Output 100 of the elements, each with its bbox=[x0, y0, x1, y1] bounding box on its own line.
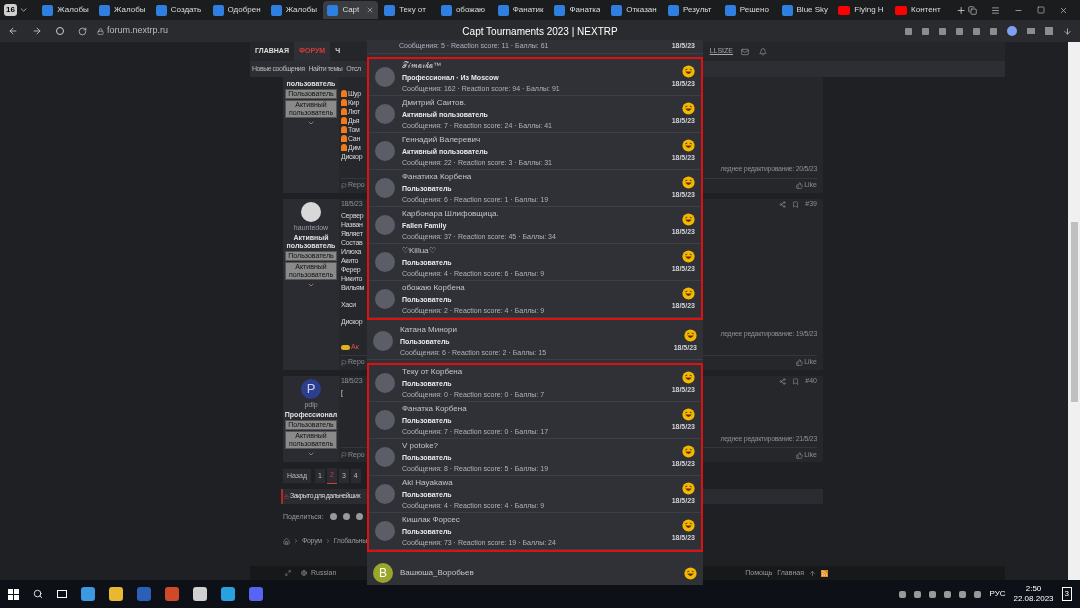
laughing-emoji-icon bbox=[682, 138, 695, 152]
like-icon[interactable] bbox=[796, 451, 804, 459]
globe-icon[interactable] bbox=[301, 570, 307, 576]
forum-logo-icon bbox=[497, 4, 509, 16]
forum-logo-icon bbox=[99, 4, 111, 16]
browser-tab[interactable]: Flying H bbox=[834, 1, 890, 19]
browser-tab[interactable]: Жалобы bbox=[266, 1, 322, 19]
share-icon[interactable] bbox=[779, 378, 787, 385]
chevron-icon[interactable] bbox=[307, 450, 315, 458]
browser-tab[interactable]: Результ bbox=[664, 1, 719, 19]
notifications-button[interactable]: 3 bbox=[1061, 587, 1072, 601]
laughing-emoji-icon bbox=[684, 566, 697, 580]
user-name[interactable]: Aki Hayakawa bbox=[402, 476, 545, 489]
user-name[interactable]: Геннадий Валеревич bbox=[402, 133, 552, 146]
laughing-emoji-icon bbox=[682, 444, 695, 458]
scrollbar-thumb[interactable] bbox=[1070, 222, 1078, 402]
user-name[interactable]: Фанатка Корбена bbox=[402, 402, 549, 415]
user-name[interactable]: Теку от Корбена bbox=[402, 365, 545, 378]
forum-logo-icon bbox=[611, 4, 623, 16]
browser-tab[interactable]: Решено bbox=[720, 1, 776, 19]
taskbar-app-icon[interactable] bbox=[109, 587, 123, 601]
lock-icon bbox=[284, 493, 289, 499]
rss-icon[interactable] bbox=[821, 569, 828, 577]
taskbar-app-icon[interactable] bbox=[221, 587, 235, 601]
browser-tab[interactable]: Контент bbox=[891, 1, 946, 19]
page-title: Capt Tournaments 2023 | NEXTRP bbox=[461, 24, 619, 39]
close-icon[interactable] bbox=[1059, 5, 1069, 15]
browser-tab[interactable]: Capt bbox=[323, 1, 379, 19]
chevron-icon[interactable] bbox=[307, 119, 315, 127]
report-icon[interactable] bbox=[341, 359, 347, 366]
back-icon[interactable] bbox=[8, 26, 18, 36]
user-name[interactable]: Дмитрий Саитов. bbox=[402, 96, 552, 109]
play-logo-icon bbox=[895, 5, 908, 15]
browser-tab[interactable]: Создать bbox=[151, 1, 207, 19]
forward-icon[interactable] bbox=[32, 26, 42, 36]
browser-tab[interactable]: Жалобы bbox=[38, 1, 94, 19]
laughing-emoji-icon bbox=[682, 212, 695, 226]
report-icon[interactable] bbox=[341, 182, 347, 189]
forum-logo-icon bbox=[668, 4, 679, 16]
tab-count-button[interactable]: 16 bbox=[4, 4, 17, 16]
user-avatar[interactable] bbox=[301, 201, 321, 222]
start-icon[interactable] bbox=[8, 588, 19, 600]
user-name[interactable]: ♡Killua♡ bbox=[402, 244, 545, 257]
user-name[interactable]: Кишлак Форсес bbox=[402, 513, 556, 526]
forum-logo-icon bbox=[384, 4, 396, 16]
expand-icon[interactable] bbox=[285, 570, 291, 576]
reload-icon[interactable] bbox=[78, 26, 87, 36]
browser-tab[interactable]: Фанатка bbox=[550, 1, 606, 19]
user-name[interactable]: 𝒯𝒾𝓂𝒶𝓇𝓀𝒶™ bbox=[402, 59, 560, 72]
browser-tab[interactable]: Одобрен bbox=[208, 1, 265, 19]
share-icon[interactable] bbox=[779, 201, 787, 208]
menu-icon[interactable] bbox=[991, 5, 1001, 15]
input-language[interactable]: РУС bbox=[989, 588, 1006, 600]
laughing-emoji-icon bbox=[684, 328, 697, 342]
like-icon[interactable] bbox=[796, 359, 804, 366]
browser-tab[interactable]: Теку от bbox=[380, 1, 435, 19]
download-icon[interactable] bbox=[1063, 26, 1072, 36]
reaction-icons[interactable] bbox=[341, 344, 350, 350]
browser-tab[interactable]: Blue Sky bbox=[777, 1, 833, 19]
chevron-icon[interactable] bbox=[307, 281, 315, 289]
browser-tab[interactable]: обожаю bbox=[436, 1, 492, 19]
laughing-emoji-icon bbox=[682, 370, 695, 384]
user-name[interactable]: V potoke? bbox=[402, 439, 549, 452]
taskbar-app-icon[interactable] bbox=[165, 587, 179, 601]
user-name[interactable]: Вашюша_Воробьев bbox=[400, 567, 474, 579]
user-avatar[interactable]: P bbox=[301, 378, 321, 399]
user-name[interactable]: Катана Минори bbox=[400, 323, 547, 336]
user-name[interactable]: Фанатиха Корбена bbox=[402, 170, 549, 183]
taskbar-app-icon[interactable] bbox=[193, 587, 207, 601]
forum-logo-icon bbox=[781, 4, 793, 16]
user-name[interactable]: Карбонара Шлифовщица. bbox=[402, 207, 556, 220]
forum-logo-icon bbox=[554, 4, 566, 16]
browser-tab[interactable]: Фанатик bbox=[493, 1, 549, 19]
task-view-icon[interactable] bbox=[57, 590, 67, 598]
tab-menu-icon[interactable] bbox=[18, 5, 29, 15]
like-icon[interactable] bbox=[796, 182, 804, 189]
user-name[interactable]: обожаю Корбена bbox=[402, 281, 545, 294]
maximize-icon[interactable] bbox=[1037, 6, 1046, 14]
address-field[interactable]: forum.nextrp.ru bbox=[97, 24, 169, 38]
browser-tab[interactable]: Отказан bbox=[607, 1, 662, 19]
laughing-emoji-icon bbox=[682, 518, 695, 532]
mail-icon[interactable] bbox=[741, 47, 749, 56]
clock-time[interactable]: 2:50 bbox=[1025, 584, 1042, 594]
laughing-emoji-icon bbox=[682, 101, 695, 115]
profile-icon[interactable] bbox=[1007, 26, 1017, 36]
tabs-icon[interactable] bbox=[968, 5, 978, 15]
taskbar-app-icon[interactable] bbox=[81, 587, 95, 601]
forum-logo-icon bbox=[212, 4, 224, 16]
browser-tab[interactable]: Жалобы bbox=[95, 1, 150, 19]
bell-icon[interactable] bbox=[759, 47, 767, 56]
report-icon[interactable] bbox=[341, 452, 347, 458]
scrollbar-track[interactable] bbox=[1068, 42, 1080, 580]
new-tab-icon[interactable] bbox=[955, 4, 967, 16]
clock-date[interactable]: 22.08.2023 bbox=[1013, 594, 1054, 604]
up-arrow-icon[interactable] bbox=[809, 569, 816, 577]
laughing-emoji-icon bbox=[682, 407, 695, 421]
home-icon[interactable] bbox=[283, 537, 290, 545]
taskbar-app-icon[interactable] bbox=[249, 587, 263, 601]
close-icon[interactable] bbox=[366, 6, 375, 14]
forum-logo-icon bbox=[440, 4, 452, 16]
